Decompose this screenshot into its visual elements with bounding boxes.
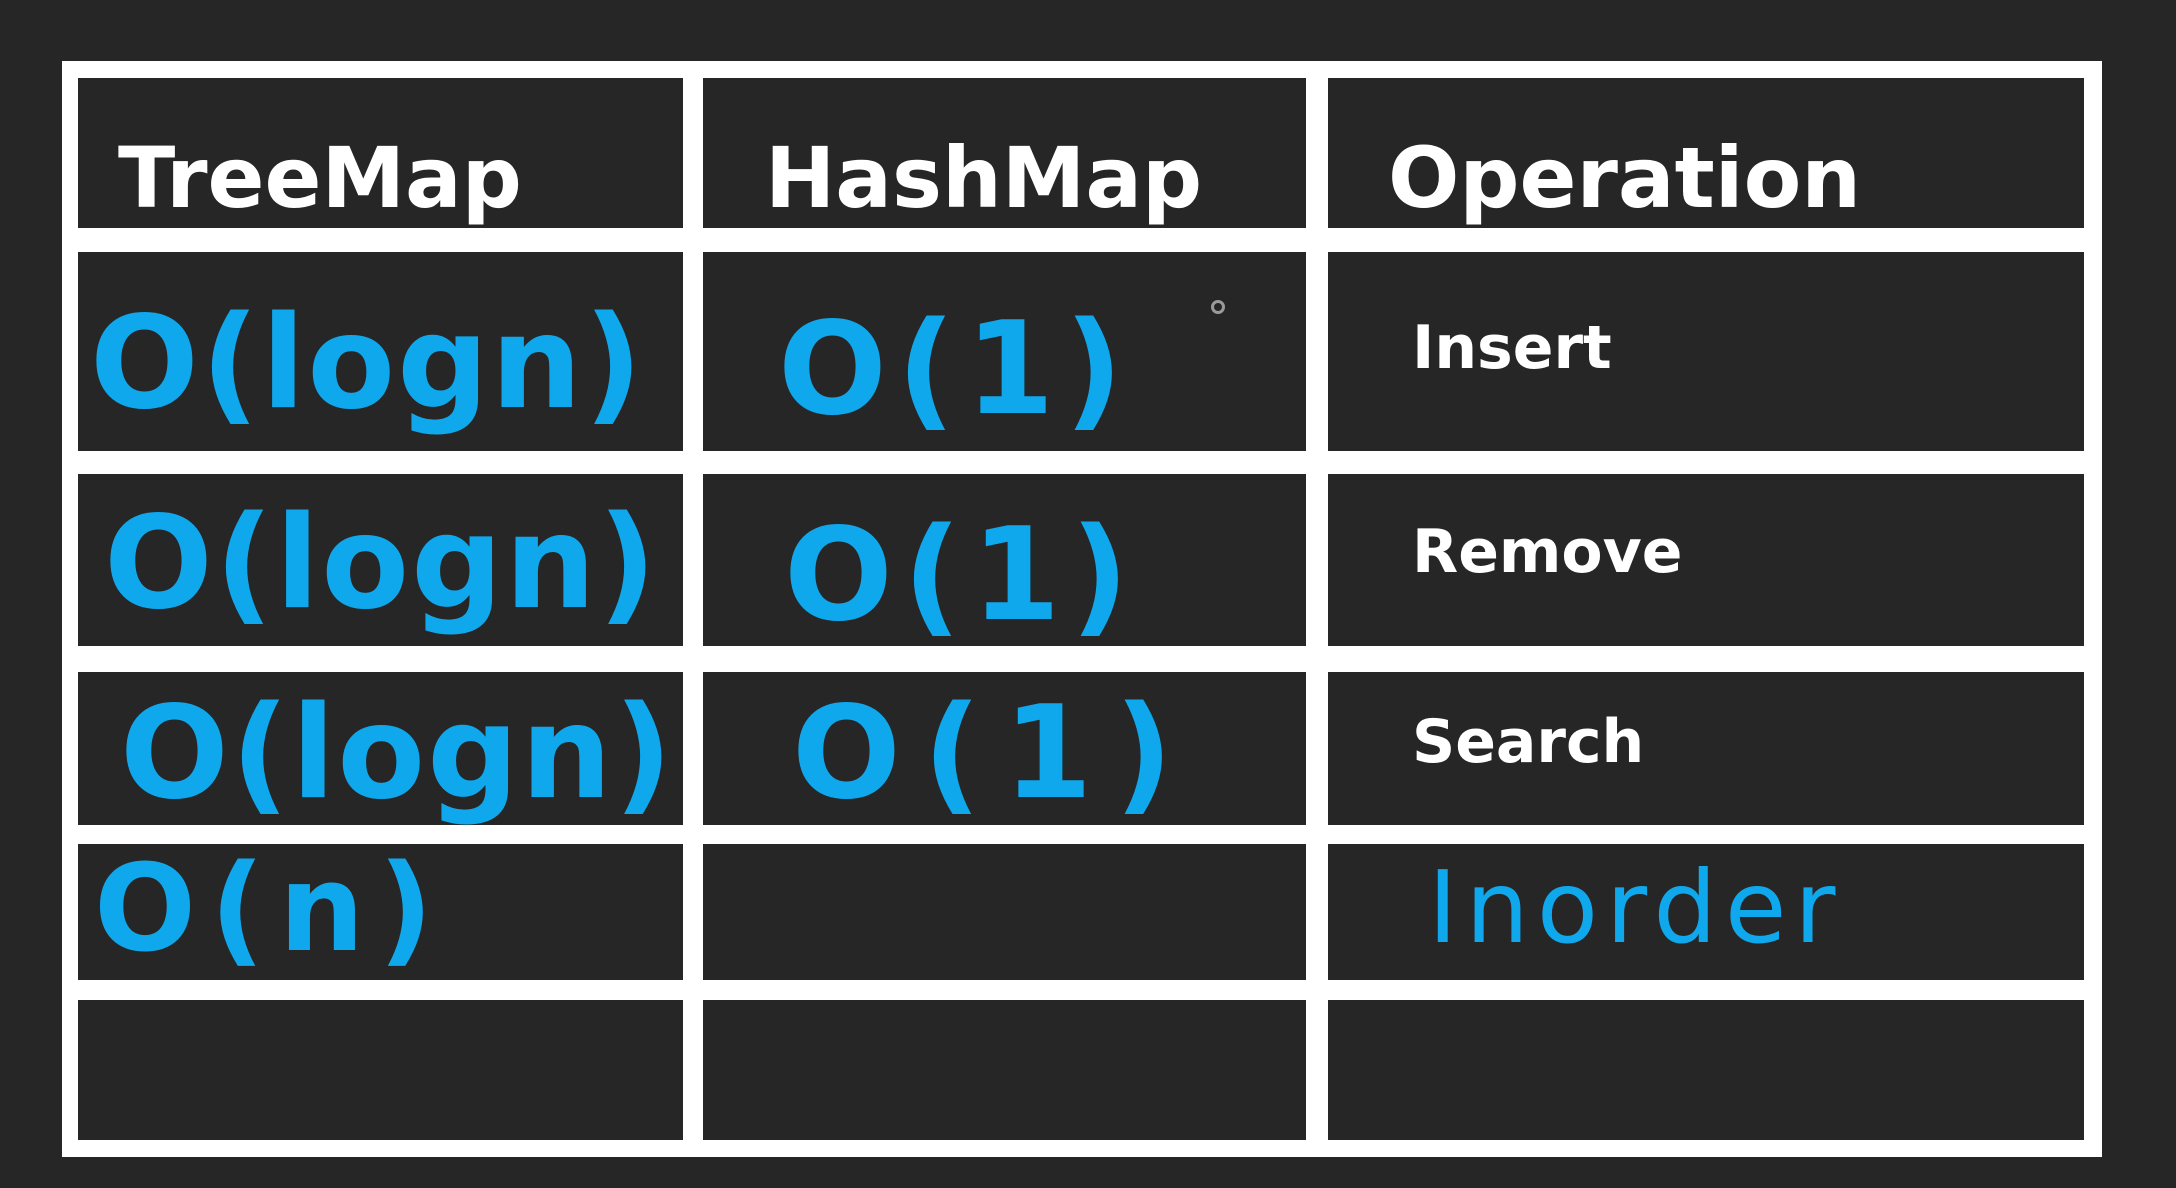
header-operation: Operation	[1388, 129, 1862, 227]
row-1-operation-cell: Insert	[1328, 252, 2084, 451]
hashmap-search-complexity: O(1)	[792, 679, 1195, 828]
treemap-inorder-complexity: O(n)	[94, 840, 448, 979]
slide: TreeMap HashMap Operation Insert Remove …	[0, 0, 2176, 1188]
treemap-remove-complexity: O(logn)	[104, 489, 659, 638]
operation-insert: Insert	[1412, 313, 1612, 383]
pen-cursor-icon	[1211, 300, 1225, 314]
operation-inorder: Inorder	[1428, 849, 1844, 966]
treemap-insert-complexity: O(logn)	[90, 289, 645, 438]
row-3-operation-cell: Search	[1328, 672, 2084, 825]
hashmap-insert-complexity: O(1)	[778, 295, 1133, 444]
header-cell-operation: Operation	[1328, 78, 2084, 228]
hashmap-remove-complexity: O(1)	[784, 501, 1139, 650]
header-treemap: TreeMap	[118, 129, 522, 227]
row-5-operation-cell	[1328, 1000, 2084, 1140]
operation-remove: Remove	[1412, 517, 1683, 587]
operation-search: Search	[1412, 707, 1645, 777]
row-2-operation-cell: Remove	[1328, 474, 2084, 646]
header-cell-hashmap: HashMap	[703, 78, 1306, 228]
row-5-treemap-cell	[78, 1000, 683, 1140]
header-cell-treemap: TreeMap	[78, 78, 683, 228]
row-4-hashmap-cell	[703, 844, 1306, 980]
header-hashmap: HashMap	[765, 129, 1203, 227]
treemap-search-complexity: O(logn)	[120, 679, 675, 828]
row-5-hashmap-cell	[703, 1000, 1306, 1140]
